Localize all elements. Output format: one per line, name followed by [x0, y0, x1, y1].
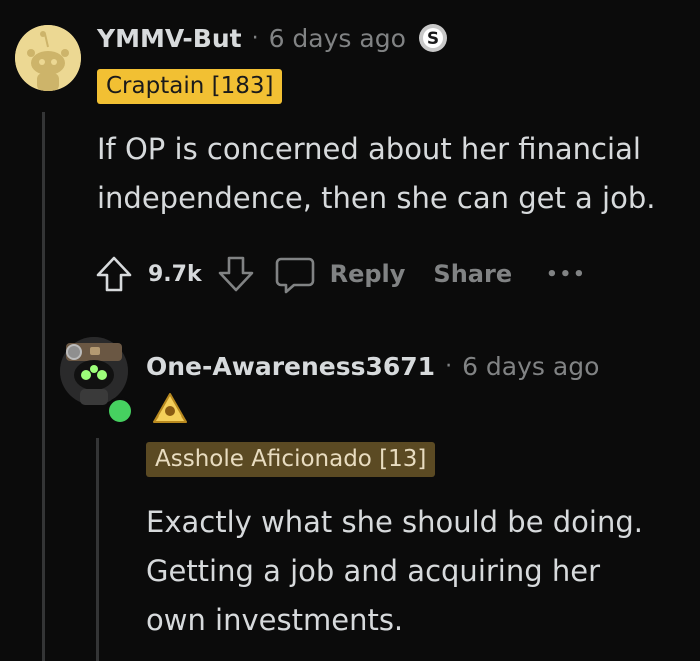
vote-count: 9.7k: [148, 261, 202, 287]
comment-body-line: Getting a job and acquiring her: [146, 554, 601, 588]
comment-meta: One-Awareness3671 · 6 days ago: [146, 348, 599, 384]
reply-label: Reply: [329, 260, 406, 288]
comment-body: If OP is concerned about her financial i…: [97, 125, 655, 223]
downvote-arrow-icon: [218, 256, 253, 292]
snoo-avatar-icon: [15, 25, 81, 91]
comment-meta: YMMV-But · 6 days ago S: [97, 20, 448, 56]
svg-text:S: S: [427, 29, 439, 49]
timestamp[interactable]: 6 days ago: [462, 352, 599, 381]
online-status-indicator: [106, 397, 134, 425]
comment-body-line: If OP is concerned about her financial: [97, 132, 641, 166]
silver-award-icon[interactable]: S: [418, 23, 448, 53]
thread-line[interactable]: [42, 112, 45, 661]
more-options-button[interactable]: •••: [546, 264, 587, 285]
gold-award-icon[interactable]: [152, 392, 188, 430]
share-button[interactable]: Share: [433, 260, 512, 288]
user-flair: Craptain [183]: [97, 69, 283, 104]
comment-body: Exactly what she should be doing. Gettin…: [146, 498, 643, 645]
thread-line-nested[interactable]: [96, 438, 99, 661]
comment-body-line: independence, then she can get a job.: [97, 181, 656, 215]
avatar[interactable]: [15, 25, 81, 91]
avatar[interactable]: [60, 337, 134, 425]
upvote-button[interactable]: [94, 254, 134, 294]
snoo-avatar-icon: [60, 337, 128, 405]
user-flair: Asshole Aficionado [13]: [146, 442, 436, 477]
separator-dot: ·: [251, 25, 259, 51]
comment-actions: 9.7k Reply Share •••: [94, 252, 587, 296]
timestamp[interactable]: 6 days ago: [269, 24, 406, 53]
separator-dot: ·: [445, 353, 453, 379]
comment-body-line: Exactly what she should be doing.: [146, 505, 643, 539]
username-link[interactable]: One-Awareness3671: [146, 352, 435, 381]
comment-body-line: own investments.: [146, 603, 404, 637]
username-link[interactable]: YMMV-But: [97, 24, 242, 53]
downvote-button[interactable]: [216, 254, 256, 294]
upvote-arrow-icon: [96, 256, 132, 292]
reply-button[interactable]: Reply: [274, 253, 406, 295]
comment-bubble-icon: [275, 257, 314, 294]
